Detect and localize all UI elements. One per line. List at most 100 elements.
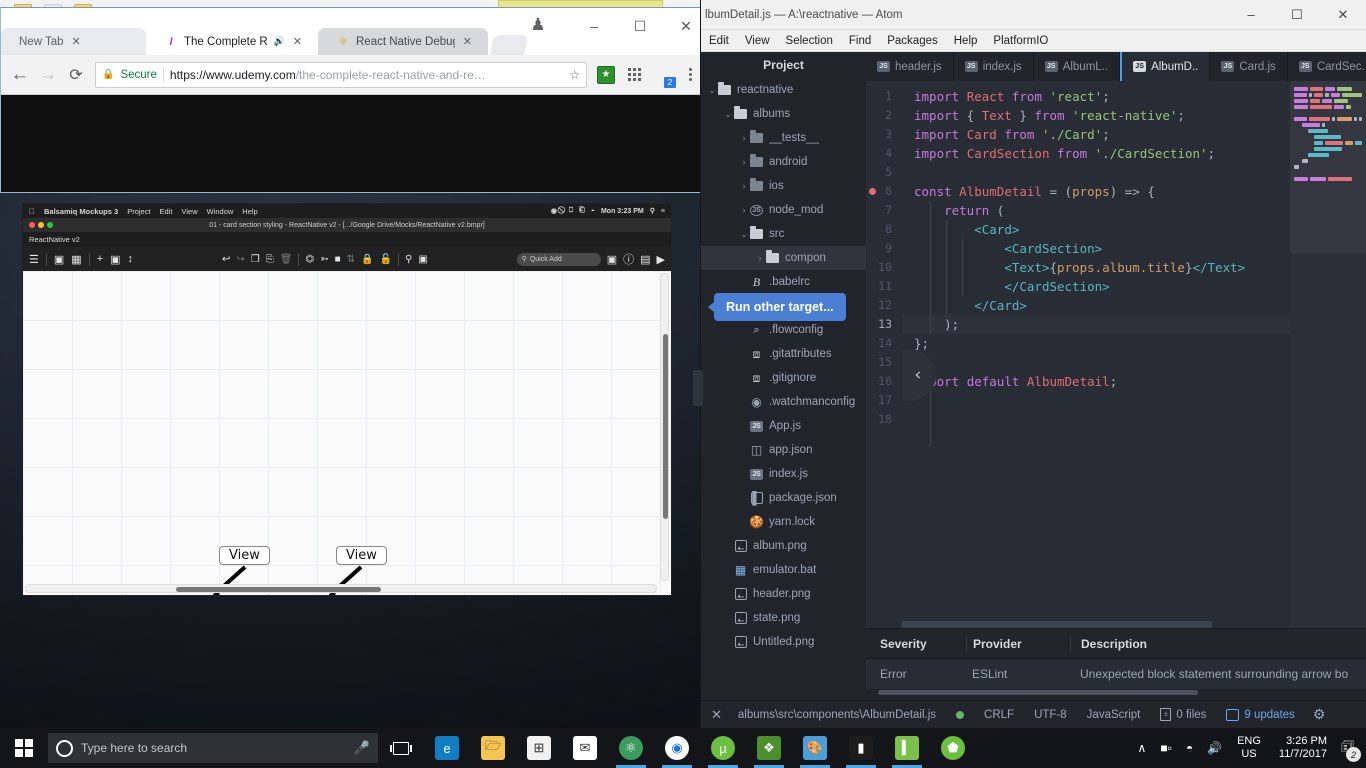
tree-item-album-png[interactable]: album.png	[701, 534, 866, 558]
linter-col-severity[interactable]: Severity	[866, 637, 966, 651]
editor-tab-card-js[interactable]: JS Card.js	[1210, 52, 1288, 81]
code-line[interactable]	[902, 410, 1290, 429]
menu-platformio[interactable]: PlatformIO	[985, 30, 1056, 52]
reload-icon[interactable]: ⟳	[63, 62, 89, 88]
code-horizontal-scrollbar[interactable]	[902, 621, 1290, 628]
notes-icon[interactable]: ▤	[640, 253, 650, 266]
menu-selection[interactable]: Selection	[778, 30, 841, 52]
balsamiq-canvas[interactable]: View View Album Name Artist Name	[23, 271, 671, 595]
tree-item-android[interactable]: › android	[701, 150, 866, 174]
distribute-icon[interactable]: ⇅	[347, 254, 355, 265]
fullscreen-icon[interactable]: ▣	[607, 253, 617, 266]
taskbar-file-explorer-icon[interactable]: 🗁	[470, 728, 516, 768]
code-line[interactable]	[902, 163, 1290, 182]
twisty-icon[interactable]: ›	[755, 253, 765, 263]
code-line[interactable]: import CardSection from './CardSection';	[902, 144, 1290, 163]
tree-item-yarn-lock[interactable]: 🍪 yarn.lock	[701, 510, 866, 534]
tree-item-reactnative[interactable]: ⌄ reactnative	[701, 78, 866, 102]
browser-tab-udemy[interactable]: Ɩ The Complete Rea 🔊 ✕	[146, 28, 318, 55]
code-line[interactable]: export default AlbumDetail;	[902, 372, 1290, 391]
status-updates[interactable]: 9 updates	[1216, 708, 1305, 721]
tab-close-icon[interactable]: ✕	[291, 35, 304, 48]
minimize-button[interactable]: –	[1228, 0, 1274, 30]
status-line-ending[interactable]: CRLF	[974, 709, 1024, 721]
scroll-thumb[interactable]	[902, 621, 1213, 628]
taskbar-node-icon[interactable]: ⬟	[930, 728, 976, 768]
taskbar-edge-icon[interactable]: e	[424, 728, 470, 768]
close-button[interactable]: ✕	[1320, 0, 1366, 30]
editor-tab-albumd[interactable]: JS AlbumD..	[1120, 52, 1211, 81]
paste-icon[interactable]: ⎘	[266, 254, 274, 265]
task-view-button[interactable]	[378, 728, 424, 768]
delete-icon[interactable]: 🗑	[280, 254, 293, 265]
wifi-icon[interactable]: ◓	[591, 208, 595, 215]
menu-view[interactable]: View	[737, 30, 778, 52]
atom-code-area[interactable]: 1 2 3 4 5 6 7 8 9 10 11 12 13 14 15 16 17 18 ‹ import Rea…	[866, 81, 1366, 628]
atom-window[interactable]: lbumDetail.js — A:\reactnative — Atom – …	[693, 0, 1366, 728]
lock-icon[interactable]: 🔒	[361, 254, 373, 265]
canvas-horizontal-scrollbar[interactable]	[25, 584, 657, 593]
taskbar-atom-icon[interactable]: ▍	[884, 728, 930, 768]
code-line[interactable]: </Card>	[902, 296, 1290, 315]
back-icon[interactable]: ←	[7, 62, 33, 88]
linter-panel[interactable]: Severity Provider Description Error ESLi…	[866, 628, 1366, 700]
tray-chevron-icon[interactable]: ∧	[1131, 741, 1154, 755]
code-line[interactable]: const AlbumDetail = (props) => {	[902, 182, 1290, 201]
menu-help[interactable]: Help	[242, 207, 257, 216]
redo-icon[interactable]: ↪	[236, 254, 244, 265]
tree-item-flowconfig[interactable]: ⌕ .flowconfig	[701, 318, 866, 342]
taskbar-utorrent-icon[interactable]: µ	[700, 728, 746, 768]
atom-editor-tabbar[interactable]: JS header.js JS index.js JS AlbumL.. JS AlbumD.…	[866, 52, 1366, 81]
balsamiq-window[interactable]:  Balsamiq Mockups 3 Project Edit View W…	[22, 203, 672, 596]
editor-tab-albuml[interactable]: JS AlbumL..	[1033, 52, 1121, 81]
bring-front-icon[interactable]: ■	[335, 254, 341, 265]
code-line[interactable]: import Card from './Card';	[902, 125, 1290, 144]
windows-taskbar[interactable]: Type here to search 🎤 e 🗁 ⊞ ✉ ⚛ ◉ µ ❖ 🎨 ▮ ▍ ⬟ ∧ ■▫ …	[0, 728, 1366, 768]
code-line[interactable]	[902, 391, 1290, 410]
browser-tab-new-tab[interactable]: New Tab ✕	[1, 28, 146, 55]
tree-item-tests[interactable]: › __tests__	[701, 126, 866, 150]
linter-col-provider[interactable]: Provider	[966, 636, 1070, 651]
minimize-button[interactable]: –	[571, 11, 617, 41]
scroll-thumb[interactable]	[663, 334, 668, 519]
tree-item-babelrc[interactable]: B .babelrc	[701, 270, 866, 294]
twisty-icon[interactable]: ›	[739, 157, 749, 167]
apple-icon[interactable]: 	[29, 207, 35, 216]
microphone-icon[interactable]: 🎤	[354, 740, 370, 756]
code-minimap[interactable]	[1290, 81, 1366, 628]
status-encoding[interactable]: UTF-8	[1024, 709, 1077, 721]
taskbar-react-native-debugger-icon[interactable]: ⚛	[608, 728, 654, 768]
code-line[interactable]: <CardSection>	[902, 239, 1290, 258]
text-icon[interactable]: ▣	[418, 254, 427, 265]
align-icon[interactable]: ⏣	[305, 254, 314, 265]
tab-close-icon[interactable]: ✕	[461, 35, 474, 48]
notification-center-icon[interactable]: ≡	[661, 208, 665, 215]
taskbar-cmd-icon[interactable]: ▮	[838, 728, 884, 768]
minimap-viewport[interactable]	[1290, 81, 1366, 253]
linter-row[interactable]: Error ESLint Unexpected block statement …	[866, 659, 1366, 689]
taskbar-mail-icon[interactable]: ✉	[562, 728, 608, 768]
quick-add-input[interactable]: ⚲ Quick Add	[516, 252, 601, 266]
tree-item-gitignore[interactable]: ⧈ .gitignore	[701, 366, 866, 390]
code-line[interactable]: );	[902, 315, 1290, 334]
taskbar-paint-icon[interactable]: 🎨	[792, 728, 838, 768]
editor-tab-index-js[interactable]: JS index.js	[953, 52, 1034, 81]
battery-icon[interactable]: ■▫	[1153, 741, 1179, 755]
code-line[interactable]: };	[902, 334, 1290, 353]
close-pane-icon[interactable]: ✕	[709, 707, 728, 723]
unlock-icon[interactable]: 🔓	[379, 254, 391, 265]
info-icon[interactable]: ⓘ	[623, 251, 634, 267]
menu-edit[interactable]: Edit	[701, 30, 737, 52]
canvas-vertical-scrollbar[interactable]	[660, 273, 669, 581]
code-line[interactable]	[902, 353, 1290, 372]
apps-grid-icon[interactable]	[621, 62, 647, 88]
taskbar-chrome-icon[interactable]: ◉	[654, 728, 700, 768]
menu-help[interactable]: Help	[946, 30, 986, 52]
forward-icon[interactable]: →	[35, 62, 61, 88]
menu-project[interactable]: Project	[127, 207, 150, 216]
add-icon[interactable]: +	[97, 253, 103, 265]
wifi-icon[interactable]: ◓	[1179, 741, 1200, 755]
chrome-page-viewport[interactable]	[1, 95, 709, 192]
status-file-path[interactable]: albums\src\components\AlbumDetail.js	[728, 709, 946, 721]
menu-window[interactable]: Window	[207, 207, 234, 216]
